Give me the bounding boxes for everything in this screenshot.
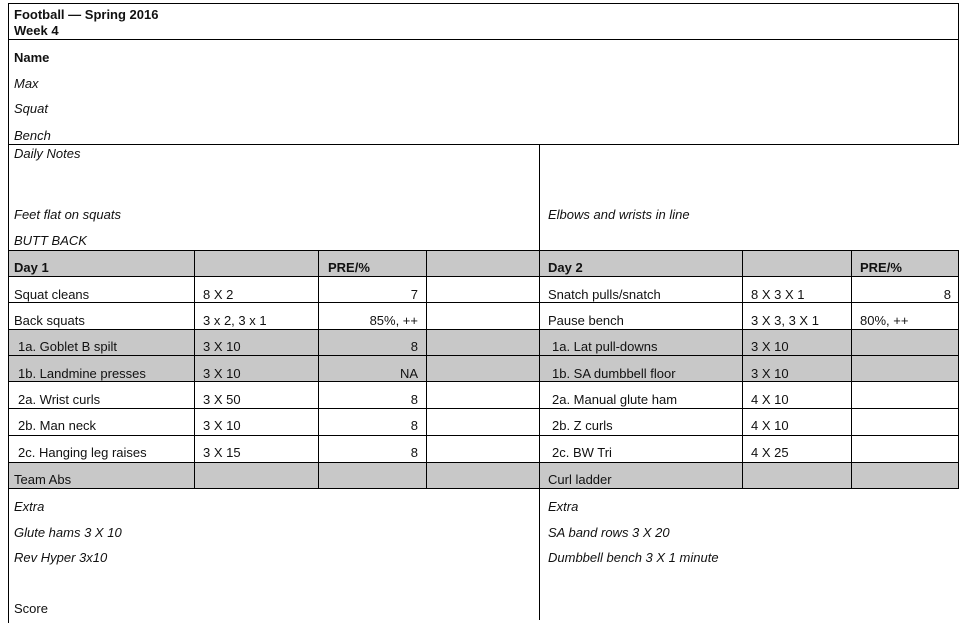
day2-exercise: 2c. BW Tri: [552, 445, 612, 460]
day2-sets: 3 X 10: [751, 339, 789, 354]
extra-left-item: Rev Hyper 3x10: [14, 550, 108, 565]
day1-exercise: 2a. Wrist curls: [18, 392, 101, 407]
day1-sets: 3 X 10: [203, 339, 241, 354]
bench-label: Bench: [14, 128, 51, 143]
day2-sets: 4 X 10: [751, 418, 789, 433]
day1-exercise: 1b. Landmine presses: [18, 366, 146, 381]
day1-pre: 85%, ++: [369, 313, 418, 328]
note-left: Feet flat on squats: [14, 207, 121, 222]
day2-exercise: 1a. Lat pull-downs: [552, 339, 658, 354]
max-label: Max: [14, 76, 39, 91]
day1-pre: NA: [399, 366, 418, 381]
finisher-shade: [8, 462, 959, 488]
note-left: BUTT BACK: [14, 233, 87, 248]
day1-sets: 3 X 10: [203, 418, 241, 433]
day1-sets: 3 X 10: [203, 366, 241, 381]
day1-sets: 3 X 15: [203, 445, 241, 460]
day2-pre: 80%, ++: [860, 313, 909, 328]
day2-header: Day 2: [548, 260, 583, 275]
day2-sets: 4 X 10: [751, 392, 789, 407]
day1-exercise: 2b. Man neck: [18, 418, 97, 433]
day1-exercise: Squat cleans: [14, 287, 90, 302]
day-header-shade: [8, 250, 959, 276]
score-label: Score: [14, 601, 48, 616]
day2-exercise: Pause bench: [548, 313, 624, 328]
day2-sets: 3 X 10: [751, 366, 789, 381]
day2-exercise: 2b. Z curls: [552, 418, 613, 433]
day2-sets: 8 X 3 X 1: [751, 287, 805, 302]
extra-right-label: Extra: [548, 499, 579, 514]
day1-sets: 8 X 2: [203, 287, 234, 302]
day1-sets: 3 X 50: [203, 392, 241, 407]
day2-sets: 4 X 25: [751, 445, 789, 460]
name-label: Name: [14, 50, 50, 65]
day2-exercise: 1b. SA dumbbell floor: [552, 366, 676, 381]
day1-sets: 3 x 2, 3 x 1: [203, 313, 267, 328]
day1-exercise: 1a. Goblet B spilt: [18, 339, 117, 354]
program-title: Football — Spring 2016: [14, 7, 159, 22]
day1-pre: 7: [410, 287, 418, 302]
day1-exercise: Back squats: [14, 313, 85, 328]
squat-label: Squat: [14, 101, 48, 116]
day1-exercise: 2c. Hanging leg raises: [18, 445, 147, 460]
day2-sets: 3 X 3, 3 X 1: [751, 313, 819, 328]
extra-left-item: Glute hams 3 X 10: [14, 525, 122, 540]
day2-exercise: Snatch pulls/snatch: [548, 287, 661, 302]
day1-pre: 8: [410, 392, 418, 407]
day1-pre: 8: [410, 445, 418, 460]
extra-right-item: Dumbbell bench 3 X 1 minute: [548, 550, 719, 565]
day1-pre: 8: [410, 418, 418, 433]
extra-left-label: Extra: [14, 499, 45, 514]
day1-exercise: Team Abs: [14, 472, 72, 487]
day1-header: Day 1: [14, 260, 49, 275]
day2-pre: 8: [943, 287, 951, 302]
extra-right-item: SA band rows 3 X 20: [548, 525, 670, 540]
day2-pre-header: PRE/%: [860, 260, 902, 275]
daily-notes-label: Daily Notes: [14, 146, 81, 161]
day2-exercise: Curl ladder: [548, 472, 612, 487]
week-label: Week 4: [14, 23, 59, 38]
note-right: Elbows and wrists in line: [548, 207, 690, 222]
day2-exercise: 2a. Manual glute ham: [552, 392, 678, 407]
day1-pre: 8: [410, 339, 418, 354]
day1-pre-header: PRE/%: [328, 260, 370, 275]
